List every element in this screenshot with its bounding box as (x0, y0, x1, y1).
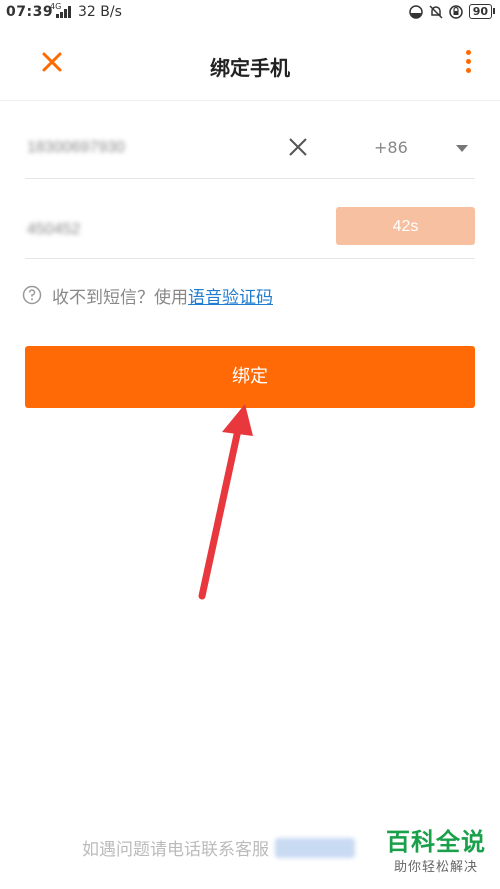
country-code-select[interactable]: +86 (360, 138, 490, 162)
phone-input[interactable] (25, 134, 169, 162)
navbar: 绑定手机 (0, 26, 500, 101)
support-phone-link[interactable] (275, 837, 355, 858)
mute-bell-icon (429, 4, 443, 19)
help-row: 收不到短信？使用 语音验证码 (22, 282, 273, 308)
status-icons: 90 (408, 4, 496, 19)
verification-code-input[interactable] (25, 217, 119, 243)
battery-indicator: 90 (468, 4, 496, 19)
country-code-value: +86 (374, 138, 408, 157)
lock-rotation-icon (448, 4, 463, 19)
footer: 如遇问题请电话联系客服 (82, 835, 355, 860)
question-circle-icon (22, 285, 42, 305)
resend-code-button[interactable]: 42s (336, 207, 475, 245)
page-title: 绑定手机 (210, 56, 290, 80)
more-options-icon[interactable] (464, 50, 472, 76)
status-time: 07:39 (6, 4, 54, 20)
help-text: 收不到短信？使用 (52, 287, 188, 308)
voice-code-link[interactable]: 语音验证码 (188, 283, 273, 308)
do-not-disturb-icon (408, 4, 423, 19)
clear-phone-icon[interactable] (287, 136, 309, 158)
network-speed: 32 B/s (78, 4, 122, 20)
watermark: 百科全说 助你轻松解决 (386, 828, 486, 875)
status-bar: 07:39 4G 32 B/s 90 (0, 0, 500, 26)
bind-button[interactable]: 绑定 (25, 346, 475, 408)
watermark-title: 百科全说 (386, 828, 486, 856)
chevron-down-icon (456, 145, 468, 152)
watermark-subtitle: 助你轻松解决 (393, 860, 478, 875)
phone-row: +86 (25, 120, 475, 179)
code-row: 42s (25, 200, 475, 259)
signal-icon (56, 6, 71, 18)
footer-text: 如遇问题请电话联系客服 (82, 840, 269, 860)
